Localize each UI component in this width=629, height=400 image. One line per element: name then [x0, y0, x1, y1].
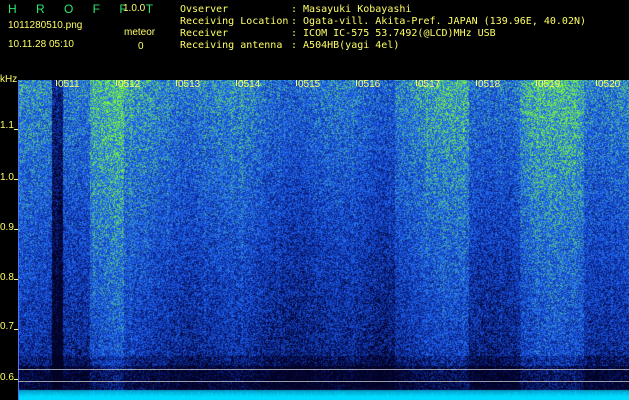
- y-tick-mark: [14, 229, 18, 230]
- receiver-row: Receiver : ICOM IC-575 53.7492(@LCD)MHz …: [180, 28, 620, 40]
- upper-reference-line: [18, 369, 629, 370]
- x-tick-0514: 0514: [235, 79, 261, 90]
- timestamp: 10.11.28 05:10: [8, 39, 74, 50]
- observer-row: Ovserver : Masayuki Kobayashi: [180, 4, 620, 16]
- y-tick-1-0: 1.0: [0, 172, 14, 183]
- y-tick-mark: [14, 129, 18, 130]
- meteor-label: meteor: [124, 27, 156, 38]
- version-label: 1.0.0: [123, 3, 146, 14]
- y-tick-0-7: 0.7: [0, 321, 14, 332]
- x-tick-0512: 0512: [115, 79, 141, 90]
- meteor-count: 0: [138, 41, 144, 52]
- antenna-label: Receiving antenna: [180, 40, 283, 51]
- receiver-label: Receiver: [180, 28, 229, 39]
- station-info: Ovserver : Masayuki Kobayashi Receiving …: [180, 4, 620, 52]
- y-tick-mark: [14, 279, 18, 280]
- x-tick-0513: 0513: [175, 79, 201, 90]
- y-axis-unit: kHz: [0, 74, 18, 85]
- x-tick-0517: 0517: [415, 79, 441, 90]
- spectrogram-canvas: [19, 80, 629, 400]
- x-tick-0518: 0518: [475, 79, 501, 90]
- lower-reference-line: [18, 381, 629, 382]
- y-tick-mark: [14, 179, 18, 180]
- location-row: Receiving Location : Ogata-vill. Akita-P…: [180, 16, 620, 28]
- observer-label: Ovserver: [180, 4, 229, 15]
- y-tick-0-6: 0.6: [0, 372, 14, 383]
- x-tick-0516: 0516: [355, 79, 381, 90]
- receiver-value: : ICOM IC-575 53.7492(@LCD)MHz USB: [291, 28, 496, 39]
- y-tick-mark: [14, 379, 18, 380]
- y-tick-0-8: 0.8: [0, 272, 14, 283]
- antenna-row: Receiving antenna : A504HB(yagi 4el): [180, 40, 620, 52]
- y-tick-mark: [14, 329, 18, 330]
- file-name: 1011280510.png: [8, 20, 83, 31]
- x-tick-0519: 0519: [535, 79, 561, 90]
- antenna-value: : A504HB(yagi 4el): [291, 40, 400, 51]
- x-tick-0511: 0511: [56, 79, 80, 90]
- location-value: : Ogata-vill. Akita-Pref. JAPAN (139.96E…: [291, 16, 587, 27]
- y-tick-0-9: 0.9: [0, 222, 14, 233]
- spectrogram-plot: [18, 80, 629, 400]
- location-label: Receiving Location: [180, 16, 289, 27]
- header: H R O F F T 1.0.0 1011280510.png meteor …: [0, 0, 629, 80]
- x-tick-0515: 0515: [295, 79, 321, 90]
- observer-value: : Masayuki Kobayashi: [291, 4, 412, 15]
- x-tick-0520: 0520: [595, 79, 621, 90]
